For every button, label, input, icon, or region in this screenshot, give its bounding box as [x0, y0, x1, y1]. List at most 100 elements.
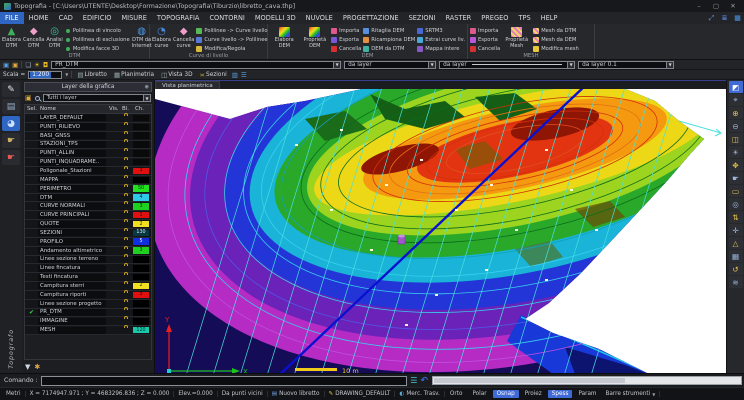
- param-toggle[interactable]: Param: [574, 390, 600, 398]
- visibility-lamp-icon[interactable]: [107, 150, 120, 156]
- layer-row[interactable]: QUOTE 2: [25, 220, 151, 229]
- layer-row[interactable]: Linee sezione progetto: [25, 299, 151, 309]
- hand-edit-icon[interactable]: ☛: [2, 150, 20, 165]
- lineweight-combo[interactable]: da layer 0.1 ▼: [578, 60, 675, 69]
- layer-color-swatch[interactable]: 3: [133, 291, 151, 299]
- visibility-lamp-icon[interactable]: [107, 141, 120, 147]
- menu-tab[interactable]: TPS: [513, 12, 535, 24]
- layer-row[interactable]: ✔ PR_DTM: [25, 308, 151, 318]
- layer-name[interactable]: Andamento altimetrico: [38, 247, 106, 255]
- layer-row[interactable]: PERIMETRO 50: [25, 184, 151, 194]
- lock-icon[interactable]: [120, 292, 133, 298]
- visibility-lamp-icon[interactable]: [107, 248, 120, 254]
- visibility-lamp-icon[interactable]: [107, 309, 120, 315]
- chevron-down-icon[interactable]: ▼: [65, 72, 68, 77]
- view-tool-icon[interactable]: ≋: [728, 276, 743, 288]
- maximize-button[interactable]: ▢: [709, 2, 723, 10]
- elabora-dtm-button[interactable]: ▲ Elabora DTM: [2, 25, 21, 50]
- vista3d-toggle[interactable]: ◫ Vista 3D: [159, 71, 194, 79]
- view-tool-icon[interactable]: △: [728, 237, 743, 249]
- drawing-canvas[interactable]: Y X 10 m: [155, 89, 726, 373]
- visibility-lamp-icon[interactable]: [107, 221, 120, 227]
- lock-icon[interactable]: [120, 212, 133, 218]
- search-icon[interactable]: [34, 95, 40, 101]
- lock-icon[interactable]: [120, 195, 133, 201]
- lock-icon[interactable]: [120, 256, 133, 262]
- polar-toggle[interactable]: Polar: [468, 390, 490, 398]
- visibility-lamp-icon[interactable]: [107, 186, 120, 192]
- layer-color-swatch[interactable]: 4: [133, 194, 151, 201]
- minimize-button[interactable]: –: [692, 2, 706, 10]
- visibility-lamp-icon[interactable]: [107, 274, 120, 280]
- lock-icon[interactable]: [120, 124, 133, 130]
- list-view-icon[interactable]: ≣: [718, 12, 731, 24]
- folder-icon[interactable]: ▣: [25, 94, 32, 102]
- menu-tab[interactable]: NUVOLE: [301, 12, 338, 24]
- libretto-indicator[interactable]: ▤ Nuovo libretto: [268, 391, 325, 397]
- drawing-indicator[interactable]: ✎ DRAWING_DEFAULT: [325, 391, 396, 397]
- layer-filter-combo[interactable]: Tutti i layer ▼: [42, 94, 151, 102]
- close-button[interactable]: ✕: [726, 2, 740, 10]
- estrai-curve-button[interactable]: Estrai curve liv.: [417, 36, 465, 44]
- linetype-combo[interactable]: da layer ▼: [439, 60, 576, 69]
- lock-icon[interactable]: [120, 133, 133, 139]
- layer-color-swatch[interactable]: 130: [133, 229, 151, 237]
- view-tool-icon[interactable]: ◎: [728, 198, 743, 210]
- layer-row[interactable]: Campitura sterri 2: [25, 282, 151, 291]
- proiez-toggle[interactable]: Proiez: [521, 390, 546, 398]
- view-tool-icon[interactable]: ⌖: [728, 94, 743, 106]
- layer-row[interactable]: STAZIONI_TPS: [25, 140, 151, 150]
- modifica-regola-button[interactable]: Modifica/Regola: [196, 45, 267, 53]
- layer-color-swatch[interactable]: [133, 318, 151, 325]
- layer-row[interactable]: PUNTI_INQUADRAME..: [25, 158, 151, 168]
- dem-da-dtm-button[interactable]: DEM da DTM: [363, 45, 415, 53]
- layer-name[interactable]: LAYER_DEFAULT: [38, 114, 106, 122]
- pin-icon[interactable]: ◉: [145, 84, 149, 90]
- lock-icon[interactable]: [120, 168, 133, 174]
- polilinea-vincolo-button[interactable]: Polilinea di vincolo: [65, 27, 130, 35]
- lock-icon[interactable]: [120, 283, 133, 289]
- filter-funnel-icon[interactable]: ▼: [25, 363, 30, 371]
- lock-icon[interactable]: [120, 115, 133, 121]
- ritaglia-dem-button[interactable]: Ritaglia DEM: [363, 27, 415, 35]
- layer-row[interactable]: PROFILO 5: [25, 237, 151, 247]
- command-history-icon[interactable]: ☰: [410, 376, 417, 385]
- lock-icon[interactable]: [120, 186, 133, 192]
- layer-color-swatch[interactable]: 120: [133, 326, 151, 334]
- layer-row[interactable]: Poligonale_Stazioni 3: [25, 167, 151, 176]
- lock-icon[interactable]: [120, 150, 133, 156]
- lock-icon[interactable]: [120, 327, 133, 333]
- lock-icon[interactable]: [120, 141, 133, 147]
- layer-row[interactable]: Campitura riporti 3: [25, 290, 151, 300]
- mesh-importa-button[interactable]: Importa: [470, 27, 500, 35]
- dem-importa-button[interactable]: Importa: [331, 27, 361, 35]
- polilinee-curve-button[interactable]: Polilinee -> Curve livello: [196, 27, 268, 35]
- osnap-toggle[interactable]: Osnap: [492, 390, 519, 398]
- layer-row[interactable]: IMMAGINE: [25, 317, 151, 327]
- layer-name[interactable]: Campitura sterri: [38, 282, 106, 290]
- layer-row[interactable]: PUNTI_RILIEVO: [25, 122, 151, 132]
- layer-name[interactable]: MESH: [38, 326, 106, 334]
- layer-color-swatch[interactable]: 3: [133, 203, 151, 210]
- layer-color-swatch[interactable]: [133, 114, 151, 122]
- layer-row[interactable]: CURVE PRINCIPALI 1: [25, 211, 151, 221]
- layer-name[interactable]: Campitura riporti: [38, 291, 106, 299]
- layer-row[interactable]: PUNTI_ALLIN: [25, 149, 151, 159]
- spess-toggle[interactable]: Spess: [547, 390, 573, 398]
- visibility-lamp-icon[interactable]: [107, 203, 120, 209]
- elabora-dem-button[interactable]: Elabora DEM: [270, 25, 299, 50]
- view-tool-icon[interactable]: ⊕: [728, 107, 743, 119]
- visibility-lamp-icon[interactable]: [107, 318, 120, 324]
- layer-row[interactable]: Andamento altimetrico 3: [25, 246, 151, 256]
- menu-tab[interactable]: RASTER: [440, 12, 476, 24]
- hand-pick-icon[interactable]: ☛: [2, 133, 20, 148]
- lock-icon[interactable]: [120, 265, 133, 271]
- view-tool-icon[interactable]: ⇅: [728, 211, 743, 223]
- mesh-cancella-button[interactable]: Cancella: [470, 45, 500, 53]
- menu-tab[interactable]: HELP: [536, 12, 563, 24]
- ricampiona-dem-button[interactable]: Ricampiona DEM: [363, 36, 415, 44]
- layer-color-swatch[interactable]: [133, 176, 151, 184]
- analisi-dtm-button[interactable]: ◎ Analisi DTM: [46, 25, 62, 50]
- key-icon[interactable]: ✱: [34, 363, 40, 371]
- visibility-lamp-icon[interactable]: [107, 177, 120, 183]
